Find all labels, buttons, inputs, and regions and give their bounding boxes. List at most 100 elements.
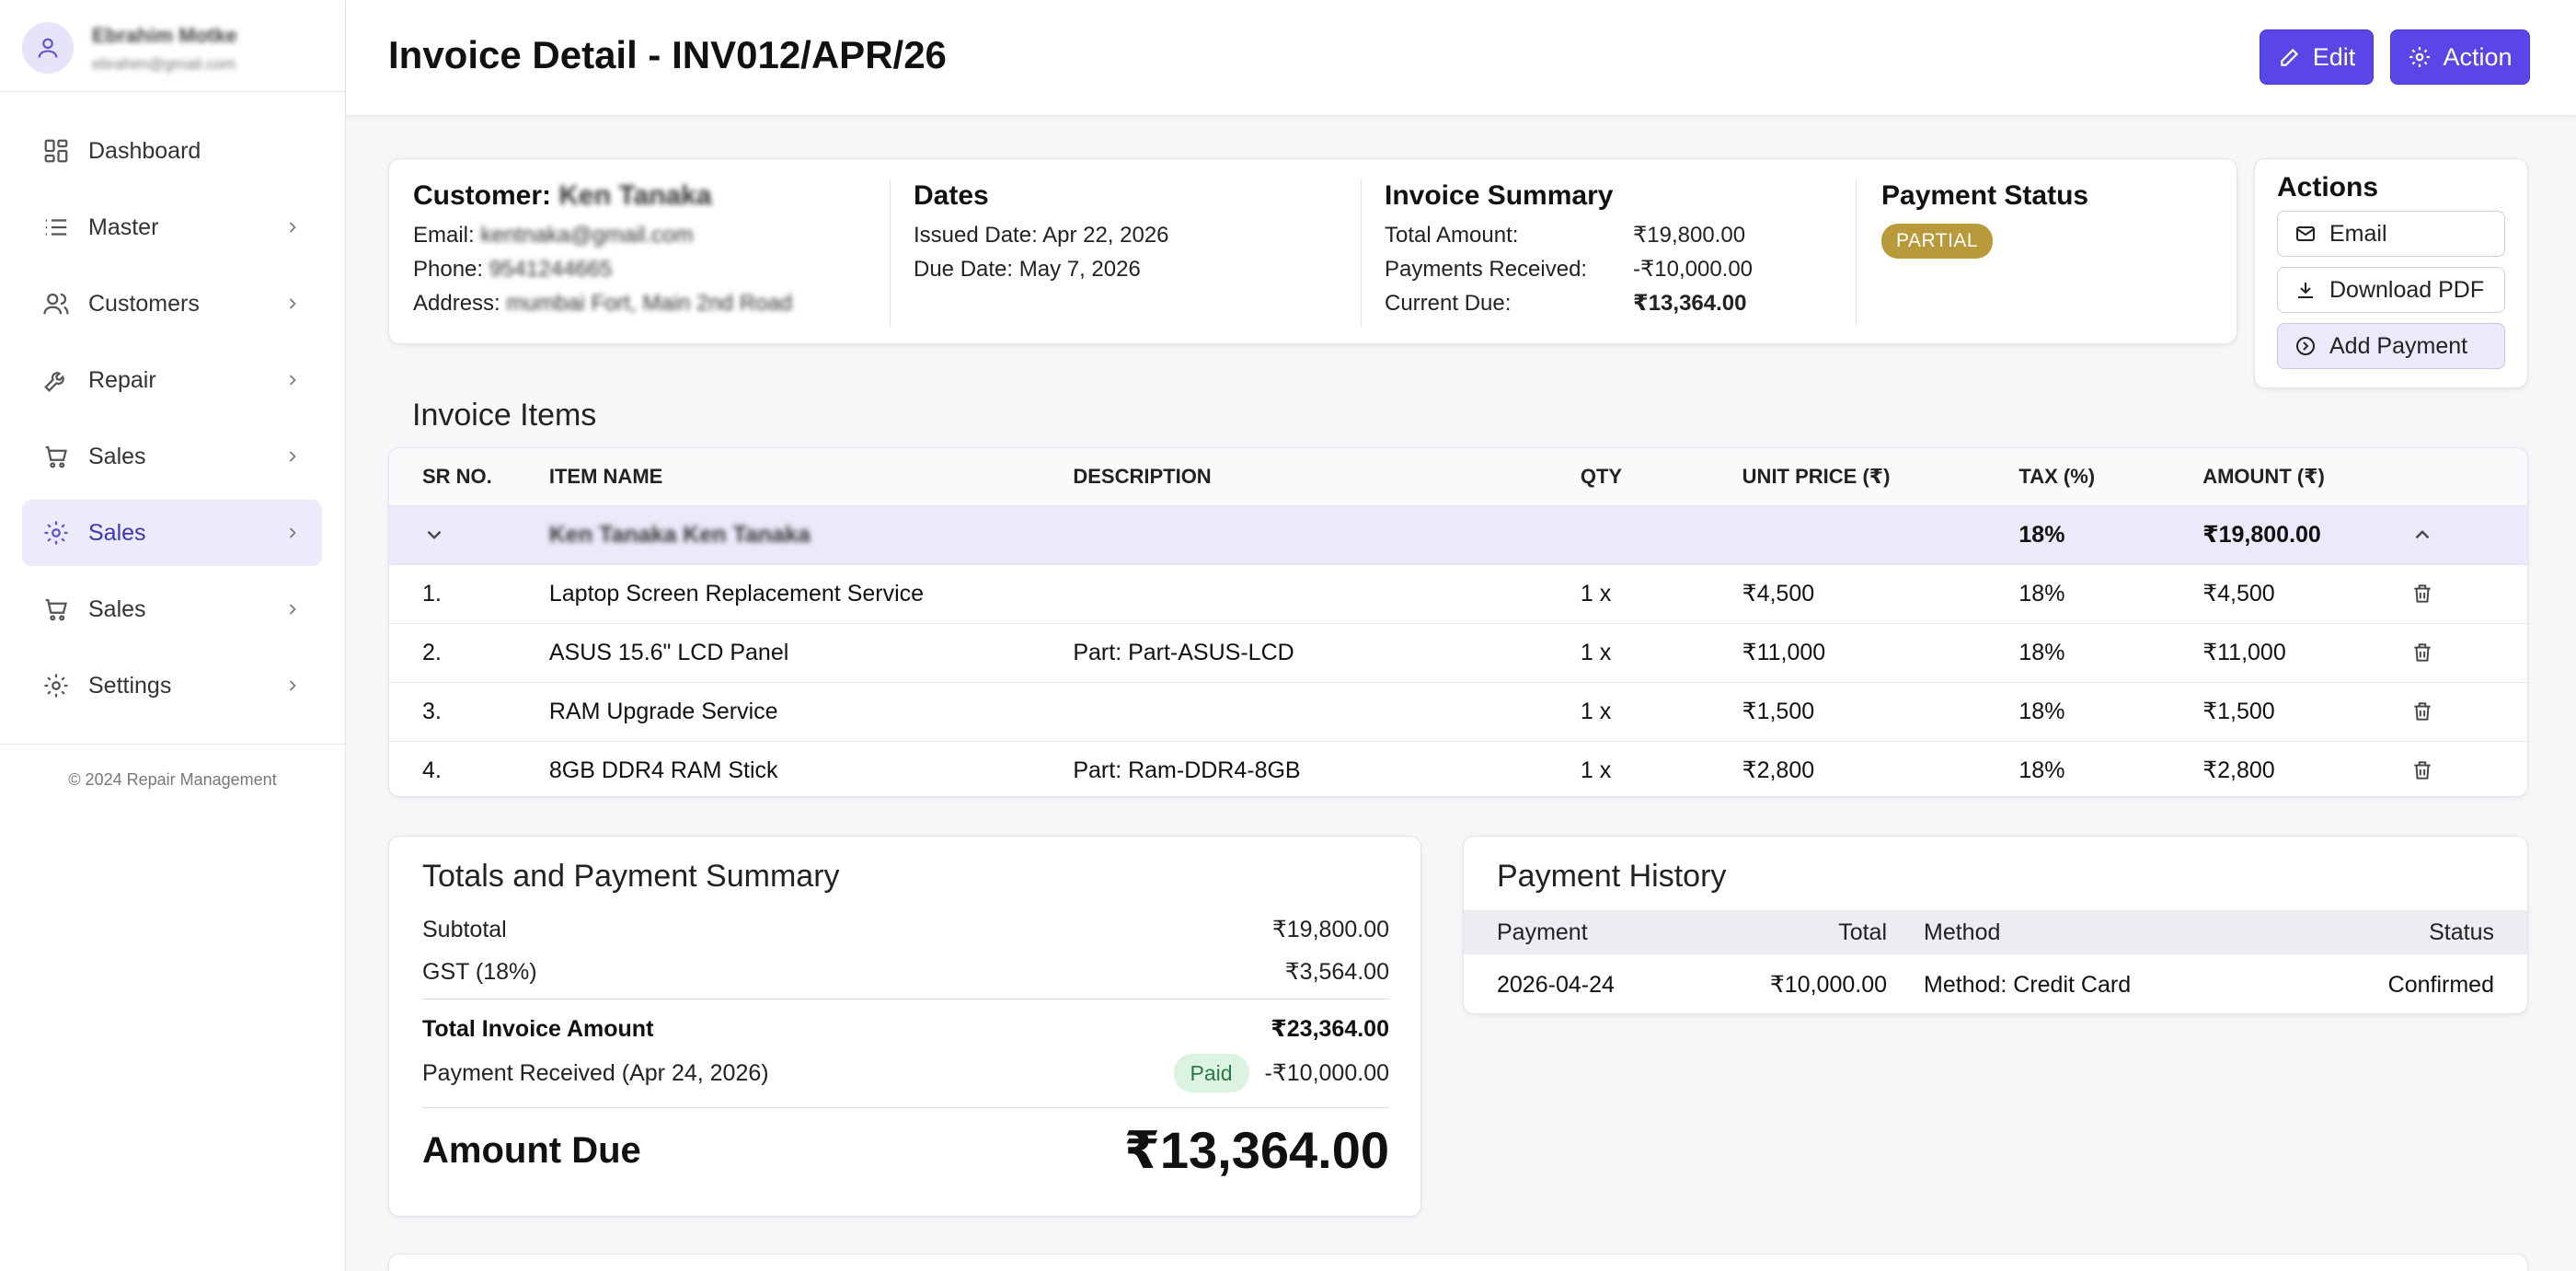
delete-item-button[interactable] [2410, 623, 2527, 683]
chevron-right-icon [283, 447, 302, 466]
customer-name: Ken Tanaka [558, 180, 712, 211]
sidebar-item-repair[interactable]: Repair [22, 347, 322, 413]
edit-button[interactable]: Edit [2260, 29, 2374, 85]
download-icon [2294, 279, 2317, 301]
invoice-items-heading: Invoice Items [412, 398, 597, 433]
customer-label: Customer: [413, 180, 552, 211]
sidebar-item-label: Sales [88, 443, 146, 469]
payment-date: 2026-04-24 [1497, 971, 1615, 998]
subtotal-label: Subtotal [422, 916, 507, 942]
bottom-card [388, 1254, 2528, 1271]
chevron-right-icon [283, 676, 302, 695]
chevron-right-icon [283, 295, 302, 313]
add-payment-label: Add Payment [2329, 332, 2468, 359]
item-tax: 18% [2018, 757, 2065, 783]
item-name: ASUS 15.6" LCD Panel [548, 623, 1074, 683]
invoice-summary: Invoice Summary Total Amount: ₹19,800.00 … [1385, 178, 1753, 320]
page-title: Invoice Detail - INV012/APR/26 [388, 33, 947, 76]
column-header: ITEM NAME [548, 448, 1074, 506]
payment-history-card: Payment History Payment Total Method Sta… [1463, 836, 2528, 1014]
cart-icon [42, 443, 70, 470]
item-tax: 18% [2018, 564, 2203, 624]
trash-icon [2410, 699, 2527, 723]
summary-total-row: Total Amount: ₹19,800.00 [1385, 218, 1753, 252]
item-qty: 1 x [1580, 682, 1742, 742]
payment-total: ₹10,000.00 [1769, 972, 1887, 998]
item-price: ₹2,800 [1742, 757, 1815, 784]
sidebar-item-master[interactable]: Master [22, 194, 322, 260]
user-email: ebrahim@gmail.com [92, 55, 236, 73]
edit-label: Edit [2312, 42, 2356, 71]
summary-received-value: -₹10,000.00 [1633, 257, 1754, 282]
table-row: 2. ASUS 15.6" LCD Panel Part: Part-ASUS-… [389, 623, 2527, 683]
pencil-icon [2278, 45, 2302, 69]
trash-icon [2410, 582, 2527, 606]
collapse-toggle[interactable] [2410, 505, 2527, 565]
column-header: TAX (%) [2018, 448, 2203, 506]
sidebar-item-sales-1[interactable]: Sales [22, 423, 322, 490]
chevron-right-icon [283, 218, 302, 237]
download-pdf-button[interactable]: Download PDF [2277, 267, 2505, 313]
item-tax: 18% [2018, 623, 2203, 683]
mail-icon [2294, 223, 2317, 245]
invoice-items-table: SR NO. ITEM NAME DESCRIPTION QTY UNIT PR… [389, 448, 2527, 796]
gst-row: GST (18%) ₹3,564.00 [422, 958, 1389, 986]
item-qty: 1 x [1580, 623, 1742, 683]
actions-card: Actions Email Download PDF Add Payment [2254, 158, 2528, 388]
item-sr: 4. [422, 757, 442, 783]
customer-address-value: mumbai Fort, Main 2nd Road [506, 291, 793, 316]
sidebar-item-label: Dashboard [88, 137, 201, 164]
payment-received-label: Payment Received (Apr 24, 2026) [422, 1059, 769, 1086]
cart-icon [42, 595, 70, 623]
wrench-icon [42, 366, 70, 394]
item-amount: ₹1,500 [2202, 682, 2411, 742]
expand-toggle[interactable] [389, 505, 549, 565]
action-label: Action [2443, 42, 2513, 71]
phone-label: Phone: [413, 257, 484, 282]
delete-item-button[interactable] [2410, 682, 2527, 742]
item-desc [1073, 682, 1581, 742]
item-qty: 1 x [1580, 757, 1612, 783]
sidebar-item-sales-2[interactable]: Sales [22, 500, 322, 566]
group-row[interactable]: Ken Tanaka Ken Tanaka 18% ₹19,800.00 [389, 505, 2527, 565]
user-profile[interactable]: Ebrahim Motke ebrahim@gmail.com [0, 0, 345, 92]
divider [1856, 179, 1857, 327]
sidebar-item-label: Master [88, 214, 159, 240]
delete-item-button[interactable] [2410, 741, 2527, 796]
sidebar: Ebrahim Motke ebrahim@gmail.com Dashboar… [0, 0, 346, 1271]
sidebar-item-sales-3[interactable]: Sales [22, 576, 322, 642]
gear-icon [42, 672, 70, 699]
column-header-empty [2410, 448, 2527, 506]
delete-item-button[interactable] [2410, 564, 2527, 624]
subtotal-value: ₹19,800.00 [1271, 917, 1389, 942]
item-sr: 2. [389, 623, 549, 683]
users-icon [42, 290, 70, 318]
email-button[interactable]: Email [2277, 211, 2505, 257]
paid-badge: Paid [1173, 1054, 1249, 1092]
customer-heading: Customer: Ken Tanaka [413, 178, 792, 214]
empty-cell [1742, 505, 2019, 565]
customer-email-value: kentnaka@gmail.com [480, 223, 694, 248]
sidebar-footer: © 2024 Repair Management [0, 744, 345, 808]
item-amount: ₹11,000 [2202, 623, 2411, 683]
actions-heading: Actions [2277, 172, 2379, 202]
item-amount: ₹4,500 [2202, 564, 2411, 624]
sidebar-item-customers[interactable]: Customers [22, 271, 322, 337]
column-header: Status [2292, 910, 2527, 954]
gear-icon [42, 519, 70, 547]
totals-heading: Totals and Payment Summary [422, 859, 840, 894]
chevron-right-icon [283, 600, 302, 618]
add-payment-button[interactable]: Add Payment [2277, 323, 2505, 369]
item-amount: ₹2,800 [2202, 757, 2275, 784]
address-label: Address: [413, 291, 500, 316]
sidebar-item-dashboard[interactable]: Dashboard [22, 118, 322, 184]
table-row[interactable]: 2026-04-24 ₹10,000.00 Method: Credit Car… [1464, 954, 2527, 1013]
sidebar-item-settings[interactable]: Settings [22, 653, 322, 719]
payment-status-heading: Payment Status [1881, 180, 2089, 211]
column-header: Method [1887, 910, 2292, 954]
empty-cell [1580, 505, 1742, 565]
group-name-cell: Ken Tanaka Ken Tanaka [548, 505, 1074, 565]
chevron-right-icon [283, 371, 302, 389]
action-button[interactable]: Action [2390, 29, 2530, 85]
amount-due-row: Amount Due ₹13,364.00 [422, 1120, 1389, 1181]
